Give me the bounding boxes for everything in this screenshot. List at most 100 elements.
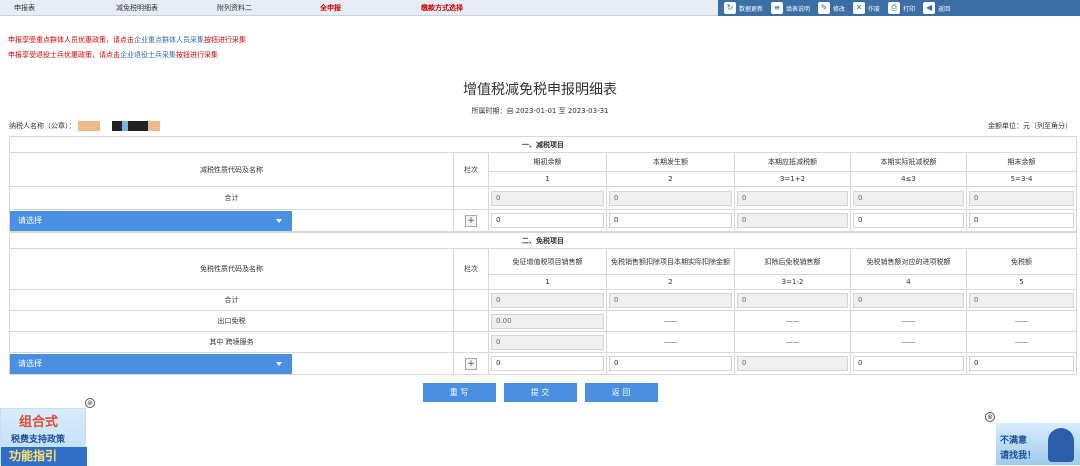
add-row-button[interactable]: + (465, 357, 477, 370)
close-icon[interactable]: ⊗ (985, 412, 995, 422)
fill-instructions-button[interactable]: ≡ 填表说明 (771, 2, 810, 14)
key-groups-collect-link[interactable]: 企业重点群体人员采集 (134, 36, 204, 44)
row-label: 其中 跨境服务 (9, 331, 454, 353)
row-label: 出口免税 (9, 310, 454, 332)
dash-cell: —— (965, 331, 1078, 353)
page-title: 增值税减免税申报明细表 (463, 82, 617, 98)
table-row: 合计 0 0 0 0 0 (9, 289, 1078, 311)
cross-border-value: 0 (491, 334, 604, 350)
amount-input[interactable]: 0 (969, 356, 1075, 371)
table-row: 出口免税 0.00 —— —— —— —— (9, 310, 1078, 332)
column-header: 期初余额 (488, 152, 607, 172)
column-header: 扣除后免税销售额 (734, 248, 851, 275)
notice-key-groups: 申报享受重点群体人员优惠政策，请点击企业重点群体人员采集按钮进行采集 (8, 36, 246, 44)
amount-input[interactable]: 0 (853, 213, 964, 228)
submit-button[interactable]: 提 交 (503, 383, 577, 402)
close-icon[interactable]: ⊗ (85, 398, 95, 408)
column-header: 本期实际抵减税额 (850, 152, 967, 172)
add-row-button[interactable]: + (465, 214, 477, 227)
reset-button[interactable]: 重 写 (422, 383, 496, 402)
reduction-table: 一、减税项目 减税性质代码及名称 栏次 期初余额 本期发生额 本期应抵减税额 本… (8, 136, 1078, 232)
dash-cell: —— (606, 310, 735, 332)
policy-guide-banner[interactable]: 组合式 税费支持政策 功能指引 (0, 408, 87, 466)
column-header: 免税销售额扣除项目本期实际扣除金额 (606, 248, 735, 275)
total-value: 0 (609, 292, 732, 308)
pencil-icon: ✎ (818, 2, 831, 14)
section-title: 二、免税项目 (8, 232, 1078, 249)
total-value: 0 (737, 190, 848, 206)
column-header: 本期发生额 (606, 152, 735, 172)
export-value: 0.00 (491, 313, 604, 329)
column-header: 免征增值税项目销售额 (488, 248, 607, 275)
tab-attachment-two[interactable]: 附列资料二 (217, 3, 252, 13)
column-header: 减税性质代码及名称 (9, 152, 454, 187)
table-row: 请选择 + 0 0 0 0 0 (9, 209, 1078, 232)
mascot-icon (1048, 428, 1074, 462)
column-number: 3=1-2 (734, 274, 851, 290)
refresh-icon: ↻ (724, 2, 736, 14)
total-value: 0 (491, 292, 604, 308)
total-value: 0 (609, 190, 732, 206)
mask-gap (101, 121, 110, 131)
empty-cell (453, 331, 489, 353)
total-value: 0 (737, 292, 848, 308)
reduction-type-select[interactable]: 请选择 (10, 210, 292, 231)
column-number: 1 (488, 274, 607, 290)
column-number: 3=1+2 (734, 171, 851, 187)
redaction-mask (111, 121, 122, 131)
column-header: 免税销售额对应的进项税额 (850, 248, 967, 275)
column-header: 栏次 (453, 248, 489, 290)
veterans-collect-link[interactable]: 企业退役士兵采集 (120, 51, 176, 59)
dash-cell: —— (734, 331, 851, 353)
dash-cell: —— (965, 310, 1078, 332)
table-row: 其中 跨境服务 0 —— —— —— —— (9, 331, 1078, 353)
dash-cell: —— (734, 310, 851, 332)
total-value: 0 (969, 190, 1075, 206)
tab-full-declaration[interactable]: 全申报 (320, 3, 341, 13)
amount-readonly: 0 (737, 356, 848, 371)
banner-line: 税费支持政策 (11, 435, 66, 445)
section-title: 一、减税项目 (8, 136, 1078, 153)
banner-line: 组合式 (19, 415, 59, 430)
data-update-button[interactable]: ↻ 数据更新 (724, 2, 763, 14)
tab-payment-method[interactable]: 缴款方式选择 (421, 3, 463, 13)
dash-cell: —— (850, 310, 967, 332)
table-row: 合计 0 0 0 0 0 (9, 186, 1078, 210)
tab-reduction-detail[interactable]: 减免税明细表 (116, 3, 158, 13)
void-button[interactable]: ✕ 作废 (853, 2, 880, 14)
row-label: 合计 (9, 289, 454, 311)
redaction-mask (127, 121, 148, 131)
amount-input[interactable]: 0 (609, 213, 732, 228)
amount-input[interactable]: 0 (491, 356, 604, 371)
row-label: 合计 (9, 186, 454, 210)
banner-line: 请找我！ (1000, 451, 1037, 461)
total-value: 0 (853, 190, 964, 206)
column-number: 5 (965, 274, 1078, 290)
amount-input[interactable]: 0 (491, 213, 604, 228)
column-header: 免税性质代码及名称 (9, 248, 454, 290)
empty-cell (453, 186, 489, 210)
total-value: 0 (853, 292, 964, 308)
amount-unit: 金额单位：元（列至角分） (988, 122, 1072, 130)
total-value: 0 (969, 292, 1075, 308)
tab-declaration-form[interactable]: 申报表 (14, 3, 35, 13)
top-tab-bar: 申报表 减免税明细表 附列资料二 全申报 缴款方式选择 ↻ 数据更新 ≡ 填表说明 … (0, 0, 1080, 16)
void-icon: ✕ (853, 2, 866, 14)
amount-input[interactable]: 0 (969, 213, 1075, 228)
exemption-type-select[interactable]: 请选择 (10, 353, 292, 374)
amount-input[interactable]: 0 (609, 356, 732, 371)
amount-input[interactable]: 0 (853, 356, 964, 371)
tax-period: 所属时期：自 2023-01-01 至 2023-03-31 (471, 107, 609, 115)
print-button[interactable]: ⎙ 打印 (888, 2, 915, 14)
back-button[interactable]: ◀ 返回 (923, 2, 950, 14)
toolbar: ↻ 数据更新 ≡ 填表说明 ✎ 修改 ✕ 作废 ⎙ 打印 ◀ 返回 (718, 0, 1080, 16)
column-header: 免税额 (965, 248, 1078, 275)
return-button[interactable]: 返 回 (584, 383, 658, 402)
form-buttons: 重 写 提 交 返 回 (0, 383, 1080, 402)
taxpayer-name: 纳税人名称（公章）： (9, 121, 160, 131)
feedback-banner[interactable]: 不满意 请找我！ (996, 423, 1080, 465)
modify-button[interactable]: ✎ 修改 (818, 2, 845, 14)
amount-readonly: 0 (737, 213, 848, 228)
table-row: 请选择 + 0 0 0 0 0 (9, 352, 1078, 375)
redaction-mask (147, 121, 160, 131)
